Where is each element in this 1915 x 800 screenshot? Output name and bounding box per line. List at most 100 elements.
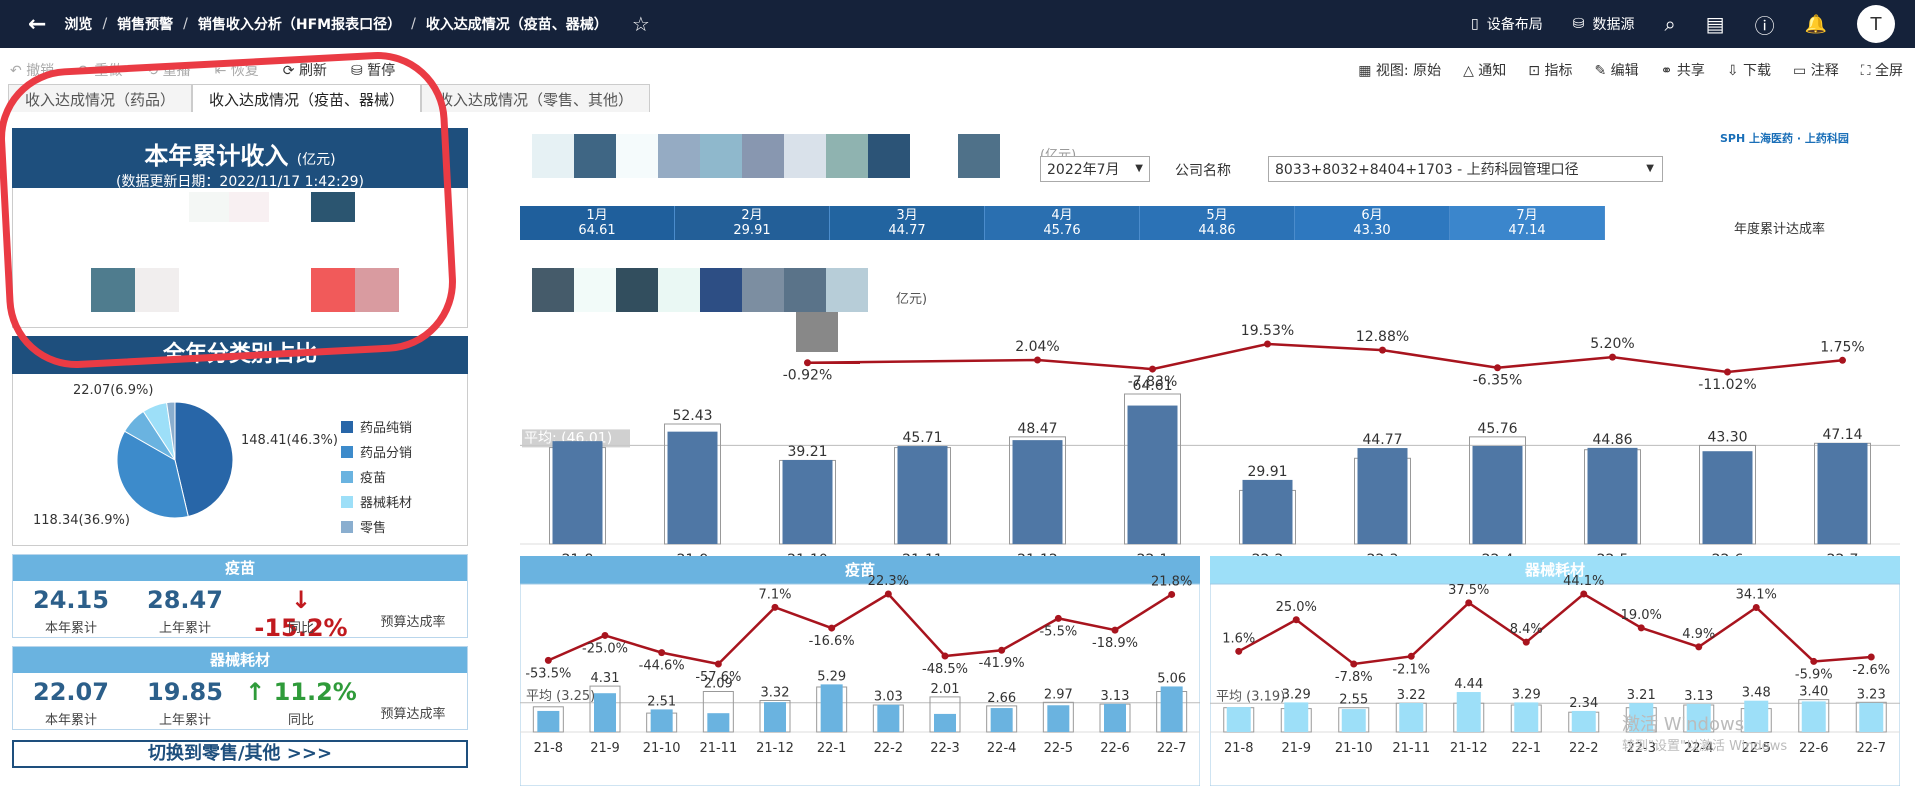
- breadcrumb-item-current: 收入达成情况（疫苗、器械）: [425, 17, 608, 33]
- replay-button[interactable]: ⟲ 重播: [146, 60, 190, 80]
- yoy-point: [1695, 643, 1703, 651]
- replay-label: 重播: [162, 63, 191, 79]
- month-select[interactable]: 2022年7月 ▼: [1040, 156, 1150, 182]
- yoy-point: [804, 359, 811, 367]
- share-button[interactable]: ⚭ 共享: [1661, 60, 1705, 80]
- tab-vaccine-device[interactable]: 收入达成情况（疫苗、器械）: [192, 84, 422, 112]
- x-tick-label: 22-2: [1569, 741, 1599, 756]
- yoy-label: -18.9%: [1092, 636, 1138, 651]
- redaction-block: [784, 134, 826, 178]
- month-cell[interactable]: 3月 44.77: [830, 206, 985, 240]
- bar: [1702, 451, 1753, 544]
- bar: [764, 702, 786, 732]
- help-icon[interactable]: ⓘ: [1755, 10, 1775, 39]
- yoy-point: [1810, 657, 1818, 665]
- legend-item[interactable]: 药品分销: [341, 441, 412, 466]
- breadcrumb-item-browse[interactable]: 浏览: [64, 14, 92, 34]
- yoy-label: -57.6%: [695, 670, 741, 685]
- notify-button[interactable]: △ 通知: [1463, 60, 1506, 80]
- tab-pharma[interactable]: 收入达成情况（药品）: [8, 84, 193, 112]
- breadcrumb-item-sales-alert[interactable]: 销售预警: [117, 14, 173, 34]
- legend-item[interactable]: 零售: [341, 516, 412, 541]
- month-cell[interactable]: 7月 47.14: [1450, 206, 1605, 240]
- undo-button[interactable]: ↶ 撤销: [10, 60, 54, 80]
- redo-button[interactable]: ↷ 重做: [78, 60, 122, 80]
- device-layout-button[interactable]: ▯ 设备布局: [1471, 14, 1543, 34]
- month-cell[interactable]: 1月 64.61: [520, 206, 675, 240]
- ytd-revenue-title: 本年累计收入: [144, 142, 289, 170]
- bar: [1817, 442, 1868, 544]
- redaction-block: [189, 192, 229, 222]
- legend-label: 零售: [360, 521, 387, 536]
- pause-button[interactable]: ⛁ 暂停: [351, 60, 395, 80]
- company-select[interactable]: 8033+8032+8404+1703 - 上药科园管理口径 ▼: [1268, 156, 1663, 182]
- month-cell[interactable]: 2月 29.91: [675, 206, 830, 240]
- legend-swatch: [341, 521, 353, 533]
- right-panel: (亿元) 2022年7月▼ 公司名称 8033+8032+8404+1703 -…: [520, 124, 1900, 786]
- search-icon[interactable]: ⌕: [1664, 12, 1675, 36]
- device-prev-value: 19.85: [147, 678, 223, 706]
- view-button[interactable]: ▦ 视图: 原始: [1358, 60, 1441, 80]
- breadcrumb-item-revenue-analysis[interactable]: 销售收入分析（HFM报表口径）: [198, 14, 401, 34]
- yoy-point: [1379, 346, 1386, 354]
- month-cell[interactable]: 4月 45.76: [985, 206, 1140, 240]
- month-cell[interactable]: 5月 44.86: [1140, 206, 1295, 240]
- download-label: 下载: [1743, 63, 1772, 79]
- sph-logo: SPH 上海医药 · 上药科园: [1720, 132, 1849, 145]
- legend-item[interactable]: 器械耗材: [341, 491, 412, 516]
- x-tick-label: 21-8: [534, 741, 564, 756]
- comment-button[interactable]: ▭ 注释: [1793, 60, 1839, 80]
- breadcrumb-separator: /: [411, 16, 416, 32]
- bar: [1357, 448, 1408, 544]
- legend-item[interactable]: 药品纯销: [341, 416, 412, 441]
- bar: [897, 446, 948, 544]
- tab-retail-other[interactable]: 收入达成情况（零售、其他）: [421, 84, 651, 112]
- device-ytd-label: 本年累计: [44, 713, 97, 728]
- metrics-button[interactable]: ⊡ 指标: [1528, 60, 1572, 80]
- redaction-block: [574, 268, 616, 312]
- x-tick-label: 21-11: [1392, 741, 1430, 756]
- bar-value-label: 3.23: [1857, 687, 1886, 702]
- bar-value-label: 2.55: [1339, 693, 1368, 708]
- restore-button[interactable]: ⇤ 恢复: [215, 60, 259, 80]
- top-navigation-bar: ← 浏览 / 销售预警 / 销售收入分析（HFM报表口径） / 收入达成情况（疫…: [0, 0, 1915, 48]
- yoy-point: [1054, 614, 1062, 622]
- vaccine-ytd-label: 本年累计: [44, 621, 97, 636]
- yoy-point: [1350, 660, 1358, 668]
- bar-value-label: 44.86: [1592, 432, 1632, 448]
- x-tick-label: 22-6: [1799, 741, 1829, 756]
- star-icon[interactable]: ☆: [632, 12, 650, 36]
- download-button[interactable]: ⇩ 下载: [1727, 60, 1771, 80]
- bar: [877, 704, 900, 732]
- x-tick-label: 22-3: [930, 741, 960, 756]
- edit-button[interactable]: ✎ 编辑: [1594, 60, 1638, 80]
- back-arrow-icon[interactable]: ←: [28, 12, 46, 37]
- monthly-revenue-bar: 1月 64.61 2月 29.91 3月 44.77 4月 45.76 5月 44.86 6月 43.…: [520, 206, 1605, 240]
- yoy-line: [807, 342, 1843, 374]
- bar-value-label: 2.51: [647, 694, 676, 709]
- document-star-icon[interactable]: ▤: [1706, 12, 1725, 36]
- fullscreen-button[interactable]: ⛶ 全屏: [1861, 60, 1903, 80]
- legend-swatch: [341, 421, 353, 433]
- ytd-revenue-header: 本年累计收入 (亿元) (数据更新日期：2022/11/17 1:42:29): [12, 128, 468, 190]
- datasource-button[interactable]: ⛁ 数据源: [1573, 14, 1635, 34]
- yoy-point: [1407, 652, 1415, 660]
- yoy-point: [544, 656, 552, 664]
- month-cell[interactable]: 6月 43.30: [1295, 206, 1450, 240]
- yoy-point: [1149, 365, 1156, 373]
- legend-item[interactable]: 疫苗: [341, 466, 412, 491]
- month-value: 44.77: [888, 223, 926, 238]
- yoy-point: [1867, 653, 1875, 661]
- legend-swatch: [341, 471, 353, 483]
- watermark-line-2: 转到"设置"以激活 Windows: [1622, 739, 1788, 754]
- bar: [1242, 479, 1293, 544]
- month-name: 5月: [1206, 208, 1228, 223]
- yoy-point: [1111, 626, 1119, 634]
- bell-icon[interactable]: 🔔: [1805, 14, 1827, 35]
- avatar[interactable]: T: [1857, 5, 1895, 43]
- refresh-button[interactable]: ⟳ 刷新: [283, 60, 327, 80]
- switch-retail-button[interactable]: 切换到零售/其他 >>>: [12, 740, 468, 768]
- yoy-label: -41.9%: [979, 656, 1025, 671]
- company-label: 公司名称: [1175, 163, 1231, 179]
- x-tick-label: 22-2: [874, 741, 904, 756]
